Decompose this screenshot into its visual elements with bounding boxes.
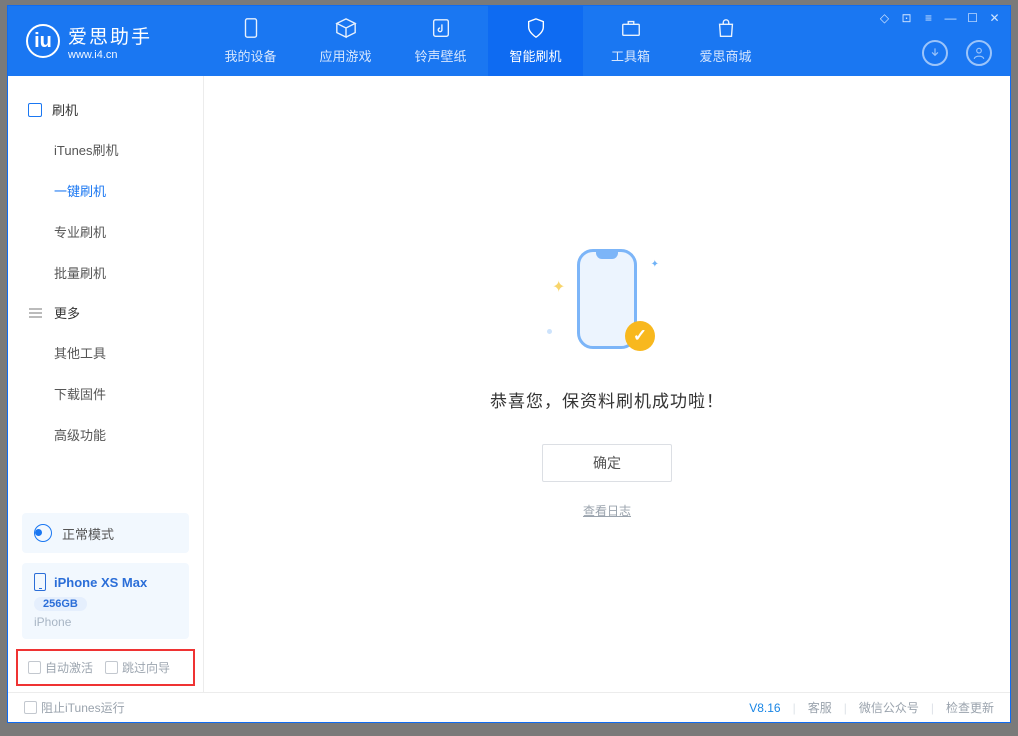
check-badge-icon: ✓ xyxy=(625,321,655,351)
top-tabs: 我的设备 应用游戏 铃声壁纸 智能刷机 工具箱 爱思商城 xyxy=(203,6,773,76)
note-icon xyxy=(430,17,452,39)
sidebar: 刷机 iTunes刷机 一键刷机 专业刷机 批量刷机 更多 其他工具 下载固件 … xyxy=(8,76,204,692)
device-name: iPhone XS Max xyxy=(54,575,147,590)
skin-icon[interactable]: ◇ xyxy=(877,10,892,25)
mode-label: 正常模式 xyxy=(62,524,114,543)
tab-apps[interactable]: 应用游戏 xyxy=(298,6,393,76)
status-bar: 阻止iTunes运行 V8.16 | 客服 | 微信公众号 | 检查更新 xyxy=(8,692,1010,722)
sidebar-item-other-tools[interactable]: 其他工具 xyxy=(8,332,203,373)
sidebar-item-firmware[interactable]: 下载固件 xyxy=(8,373,203,414)
body: 刷机 iTunes刷机 一键刷机 专业刷机 批量刷机 更多 其他工具 下载固件 … xyxy=(8,76,1010,692)
checkbox-icon xyxy=(24,701,37,714)
main-content: ✦ ✦ ✓ 恭喜您，保资料刷机成功啦！ 确定 查看日志 xyxy=(204,76,1010,692)
shield-icon xyxy=(525,17,547,39)
sidebar-item-batch[interactable]: 批量刷机 xyxy=(8,252,203,293)
section-more-header: 更多 xyxy=(8,293,203,332)
mode-box[interactable]: 正常模式 xyxy=(22,513,189,553)
support-link[interactable]: 客服 xyxy=(808,699,832,716)
bag-icon xyxy=(715,17,737,39)
app-subtitle: www.i4.cn xyxy=(68,49,152,61)
logo: iu 爱思助手 www.i4.cn xyxy=(8,6,203,76)
ok-button[interactable]: 确定 xyxy=(542,444,672,482)
cube-icon xyxy=(335,17,357,39)
storage-badge: 256GB xyxy=(34,597,87,611)
tab-toolbox[interactable]: 工具箱 xyxy=(583,6,678,76)
tab-my-device[interactable]: 我的设备 xyxy=(203,6,298,76)
auto-activate-option[interactable]: 自动激活 xyxy=(28,659,93,676)
sidebar-item-advanced[interactable]: 高级功能 xyxy=(8,414,203,455)
header-right-icons xyxy=(922,40,992,66)
phone-small-icon xyxy=(34,573,46,591)
highlighted-options: 自动激活 跳过向导 xyxy=(16,649,195,686)
feedback-icon[interactable]: ⊡ xyxy=(899,10,914,25)
download-button[interactable] xyxy=(922,40,948,66)
tab-smart-flash[interactable]: 智能刷机 xyxy=(488,6,583,76)
sidebar-item-itunes[interactable]: iTunes刷机 xyxy=(8,129,203,170)
block-itunes-option[interactable]: 阻止iTunes运行 xyxy=(24,699,125,716)
header: iu 爱思助手 www.i4.cn 我的设备 应用游戏 铃声壁纸 智能刷机 xyxy=(8,6,1010,76)
download-arrow-icon xyxy=(928,46,942,60)
section-flash-header: 刷机 xyxy=(8,90,203,129)
tab-ringtones[interactable]: 铃声壁纸 xyxy=(393,6,488,76)
window-controls: ◇ ⊡ ≡ — ☐ ✕ xyxy=(877,10,1002,25)
dot-icon xyxy=(547,329,552,334)
phone-icon xyxy=(240,17,262,39)
minimize-button[interactable]: — xyxy=(943,10,958,25)
sidebar-nav: 刷机 iTunes刷机 一键刷机 专业刷机 批量刷机 更多 其他工具 下载固件 … xyxy=(8,76,203,513)
hamburger-icon xyxy=(29,312,42,314)
success-message: 恭喜您，保资料刷机成功啦！ xyxy=(490,387,724,412)
user-button[interactable] xyxy=(966,40,992,66)
sidebar-item-pro[interactable]: 专业刷机 xyxy=(8,211,203,252)
tab-store[interactable]: 爱思商城 xyxy=(678,6,773,76)
sidebar-item-onekey[interactable]: 一键刷机 xyxy=(8,170,203,211)
app-window: iu 爱思助手 www.i4.cn 我的设备 应用游戏 铃声壁纸 智能刷机 xyxy=(7,5,1011,723)
app-logo-icon: iu xyxy=(26,24,60,58)
skip-guide-option[interactable]: 跳过向导 xyxy=(105,659,170,676)
mode-indicator-icon xyxy=(34,524,52,542)
view-log-link[interactable]: 查看日志 xyxy=(583,502,631,519)
sparkle-icon: ✦ xyxy=(552,277,565,297)
success-graphic: ✦ ✦ ✓ xyxy=(547,249,667,369)
checkbox-icon xyxy=(28,661,41,674)
wechat-link[interactable]: 微信公众号 xyxy=(859,699,919,716)
user-icon xyxy=(972,46,986,60)
check-update-link[interactable]: 检查更新 xyxy=(946,699,994,716)
device-type: iPhone xyxy=(34,615,177,629)
briefcase-icon xyxy=(620,17,642,39)
sparkle-icon: ✦ xyxy=(651,259,659,270)
app-title: 爱思助手 xyxy=(68,22,152,49)
device-outline-icon xyxy=(28,103,42,117)
close-button[interactable]: ✕ xyxy=(987,10,1002,25)
menu-icon[interactable]: ≡ xyxy=(921,10,936,25)
checkbox-icon xyxy=(105,661,118,674)
device-box[interactable]: iPhone XS Max 256GB iPhone xyxy=(22,563,189,639)
maximize-button[interactable]: ☐ xyxy=(965,10,980,25)
version-label: V8.16 xyxy=(749,701,780,715)
